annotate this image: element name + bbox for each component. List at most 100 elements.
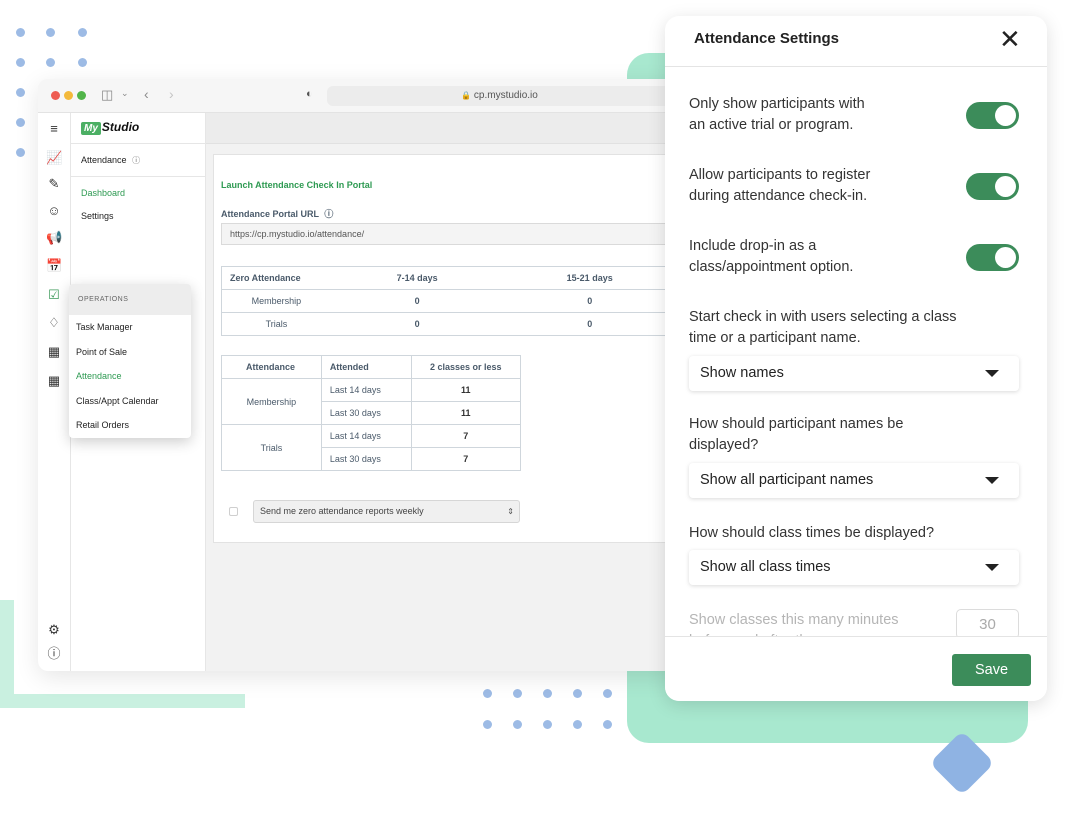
weekly-report-checkbox[interactable] [229, 507, 238, 516]
start-checkin-label: Start check in with users selecting a cl… [689, 309, 957, 346]
sidebar-toggle-icon[interactable]: ◫ [101, 87, 113, 103]
nav-section-title: Attendance ⓘ [81, 155, 141, 165]
store-icon[interactable]: ▦ [46, 344, 62, 360]
table-cell: 0 [503, 289, 676, 313]
table-header-cell: Zero Attendance [220, 266, 331, 290]
tag-icon[interactable]: ♢ [46, 315, 62, 331]
table-cell: Last 14 days [320, 424, 412, 448]
name-display-select[interactable]: Show all participant names [689, 463, 1019, 498]
gear-icon[interactable]: ⚙ [46, 622, 62, 638]
table-header-cell: 7-14 days [330, 266, 504, 290]
menu-collapse-icon[interactable]: ≡ [46, 121, 62, 137]
table-header-cell: 2 classes or less [410, 355, 522, 379]
classes-window-input[interactable]: 30 [956, 609, 1019, 639]
toggle-knob [995, 247, 1016, 268]
name-display-label: How should participant names be displaye… [689, 416, 904, 453]
setting-drop-in-label: Include drop-in as a class/appointment o… [689, 238, 854, 275]
nav-link-settings[interactable]: Settings [81, 211, 114, 221]
stage: ◫ ⌄ ‹ › ◐ 🔒 cp.mystudio.io ≡ 📈 ✎ ☺ 📢 📅 ☑… [0, 0, 1066, 814]
users-icon[interactable]: ☺ [46, 203, 62, 219]
table-cell: Last 14 days [320, 378, 412, 402]
lock-icon: 🔒 [461, 91, 472, 100]
megaphone-icon[interactable]: 📢 [46, 230, 62, 246]
nav-link-dashboard[interactable]: Dashboard [81, 188, 125, 198]
chevron-down-icon[interactable]: ⌄ [121, 88, 129, 99]
table-cell: 0 [330, 312, 504, 336]
address-text: cp.mystudio.io [473, 90, 538, 101]
table-cell: Trials [220, 312, 331, 336]
table-row: Membership Last 14 days 11 [221, 378, 522, 425]
active-trial-toggle[interactable] [966, 102, 1019, 129]
table-header-cell: Attendance [221, 355, 322, 379]
address-bar[interactable]: 🔒 cp.mystudio.io [327, 86, 672, 106]
save-button[interactable]: Save [952, 654, 1031, 686]
panel-title: Attendance Settings [694, 30, 840, 47]
caret-down-icon [985, 564, 999, 571]
icon-rail: ≡ 📈 ✎ ☺ 📢 📅 ☑ ♢ ▦ ▦ ⚙ ⓘ [38, 113, 71, 671]
pen-icon[interactable]: ✎ [46, 176, 62, 192]
browser-titlebar: ◫ ⌄ ‹ › ◐ 🔒 cp.mystudio.io [38, 79, 678, 113]
table-row: Trials 0 0 [220, 312, 676, 336]
caret-down-icon [985, 370, 999, 377]
table-header-cell: 15-21 days [503, 266, 676, 290]
report-frequency-select[interactable]: Send me zero attendance reports weekly ⇕ [253, 500, 520, 523]
menu-item-attendance[interactable]: Attendance [69, 364, 191, 389]
launch-portal-link[interactable]: Launch Attendance Check In Portal [221, 180, 372, 190]
attendance-table: Attendance Attended 2 classes or less Me… [221, 355, 522, 471]
setting-register-label: Allow participants to register during at… [689, 167, 871, 204]
caret-down-icon [985, 477, 999, 484]
clipboard-check-icon[interactable]: ☑ [46, 287, 62, 303]
table-cell: Membership [220, 289, 331, 313]
attendance-settings-panel: Attendance Settings ✕ Only show particip… [665, 16, 1047, 701]
classes-window-label: Show classes this many minutes before an… [689, 612, 899, 636]
table-cell: 0 [503, 312, 676, 336]
nav-divider [71, 176, 205, 177]
minimize-window-button[interactable] [64, 91, 73, 100]
table-header-cell: Attended [320, 355, 412, 379]
table-cell: 7 [410, 424, 522, 448]
close-icon[interactable]: ✕ [999, 26, 1021, 52]
table-cell: 11 [410, 378, 522, 402]
forward-arrow-icon[interactable]: › [169, 86, 174, 102]
class-times-select[interactable]: Show all class times [689, 550, 1019, 585]
table-cell: 7 [410, 447, 522, 471]
register-during-checkin-toggle[interactable] [966, 173, 1019, 200]
portal-url-label: Attendance Portal URL ⓘ [221, 209, 334, 219]
analytics-chart-icon[interactable]: 📈 [46, 150, 62, 166]
attendance-dashboard-card: Launch Attendance Check In Portal Attend… [213, 154, 678, 543]
back-arrow-icon[interactable]: ‹ [144, 86, 149, 102]
table-cell: 0 [330, 289, 504, 313]
apps-add-icon[interactable]: ▦ [46, 373, 62, 389]
operations-menu: OPERATIONS Task Manager Point of Sale At… [69, 284, 191, 438]
table-group-cell: Trials [221, 424, 322, 471]
class-times-label: How should class times be displayed? [689, 525, 935, 541]
menu-item-task-manager[interactable]: Task Manager [69, 315, 191, 340]
calendar-settings-icon[interactable]: 📅 [46, 258, 62, 274]
close-window-button[interactable] [51, 91, 60, 100]
decor-mint-line-horizontal [0, 694, 245, 708]
panel-footer: Save [665, 636, 1047, 701]
start-checkin-select[interactable]: Show names [689, 356, 1019, 391]
table-cell: Last 30 days [320, 447, 412, 471]
menu-item-point-of-sale[interactable]: Point of Sale [69, 340, 191, 365]
select-arrows-icon: ⇕ [507, 507, 514, 516]
table-row: Membership 0 0 [220, 289, 676, 313]
shield-icon: ◐ [306, 88, 313, 100]
table-header-row: Zero Attendance 7-14 days 15-21 days [220, 266, 676, 290]
table-cell: Last 30 days [320, 401, 412, 425]
info-icon: ⓘ [324, 209, 334, 219]
nav-divider [71, 143, 205, 144]
setting-active-trial-label: Only show participants with an active tr… [689, 96, 865, 133]
table-cell: 11 [410, 401, 522, 425]
drop-in-toggle[interactable] [966, 244, 1019, 271]
menu-item-class-calendar[interactable]: Class/Appt Calendar [69, 389, 191, 414]
portal-url-field[interactable]: https://cp.mystudio.io/attendance/ [221, 223, 676, 245]
maximize-window-button[interactable] [77, 91, 86, 100]
table-header-row: Attendance Attended 2 classes or less [221, 355, 522, 379]
table-group-cell: Membership [221, 378, 322, 425]
info-icon: ⓘ [132, 156, 141, 165]
operations-menu-heading: OPERATIONS [69, 284, 191, 315]
menu-item-retail-orders[interactable]: Retail Orders [69, 413, 191, 438]
help-icon[interactable]: ⓘ [46, 646, 62, 662]
toggle-knob [995, 105, 1016, 126]
